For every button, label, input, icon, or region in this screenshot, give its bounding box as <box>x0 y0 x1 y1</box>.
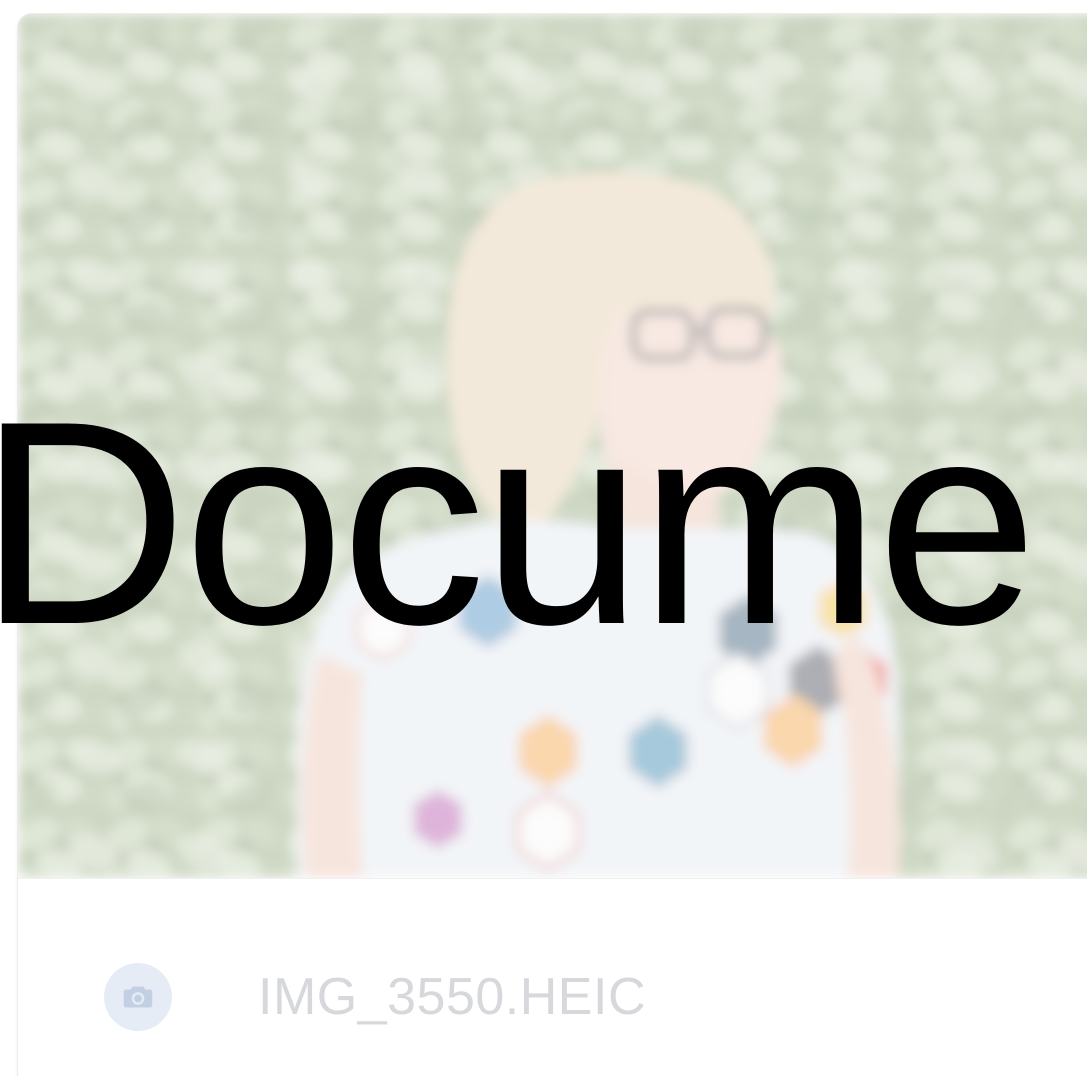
page: IMG_3550.HEIC Docume <box>0 0 1087 1076</box>
camera-icon <box>104 963 172 1031</box>
overlay-heading-text: Docume <box>0 361 1038 685</box>
file-info-bar: IMG_3550.HEIC <box>18 878 1087 1076</box>
file-name-label: IMG_3550.HEIC <box>258 968 646 1026</box>
camera-icon-glyph <box>123 986 153 1008</box>
